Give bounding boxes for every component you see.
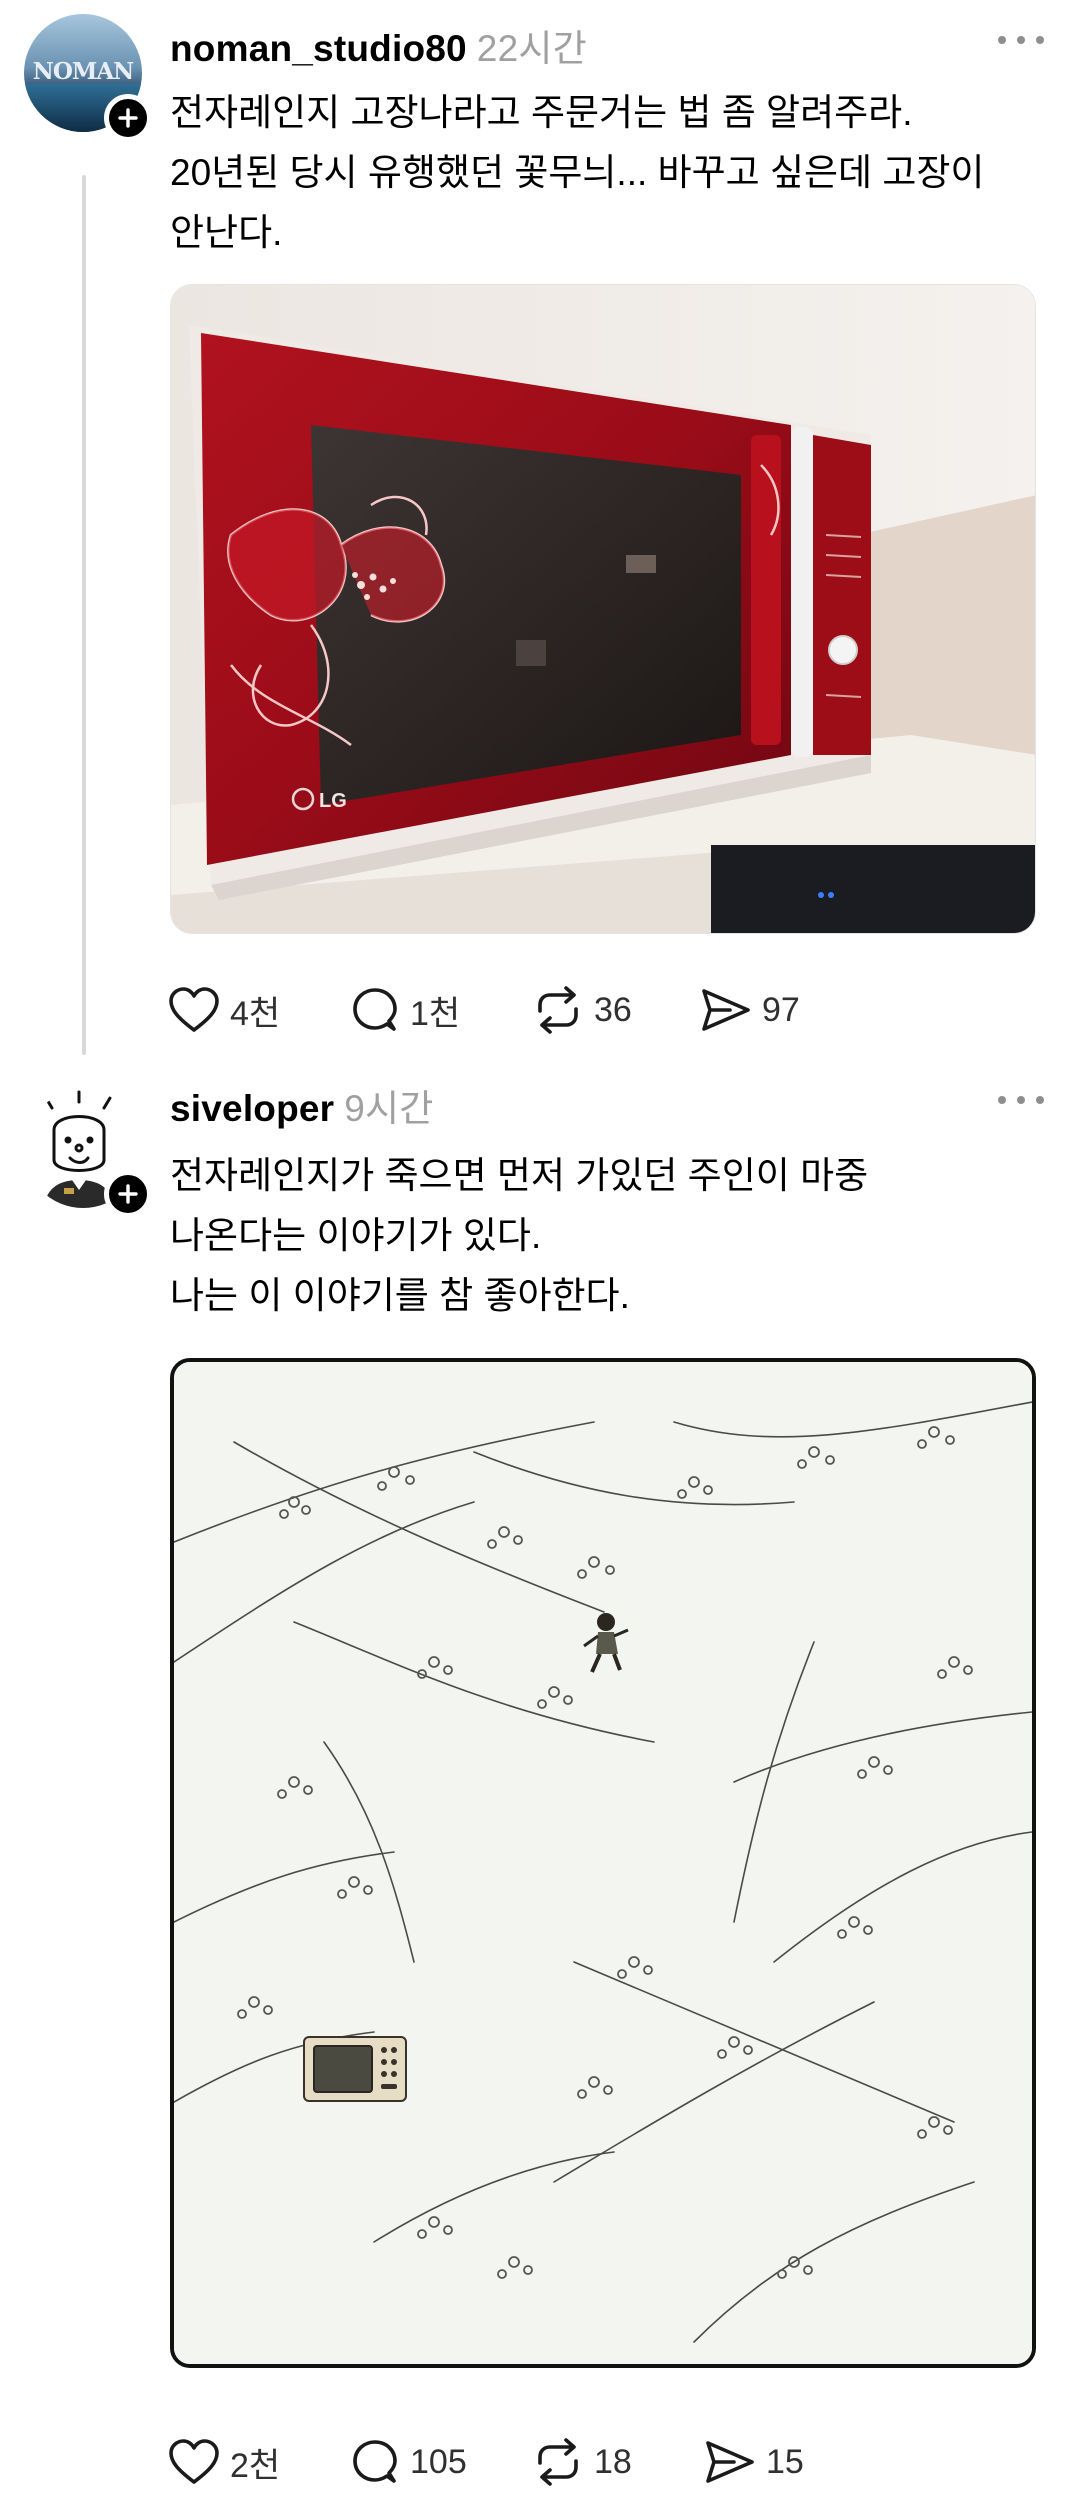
repost-count: 36 <box>594 990 632 1029</box>
repost-button[interactable]: 36 <box>532 980 632 1040</box>
username[interactable]: noman_studio80 22시간 <box>170 18 587 72</box>
post-1: NOMAN noman_studio80 22시간 전자레인지 고장나라고 주문거… <box>0 0 1080 1060</box>
text-line: 나는 이 이야기를 참 좋아한다. <box>170 1275 630 1316</box>
time-ago: 9시간 <box>344 1088 434 1129</box>
heart-icon <box>169 987 219 1032</box>
text-line: 나온다는 이야기가 있다. <box>170 1215 542 1256</box>
post-actions: 2천 105 18 15 <box>168 2432 1048 2492</box>
send-icon <box>702 989 750 1031</box>
share-count: 15 <box>766 2442 804 2481</box>
more-options-icon[interactable] <box>998 34 1044 46</box>
share-button[interactable]: 97 <box>700 980 800 1040</box>
comment-button[interactable]: 105 <box>350 2432 467 2492</box>
more-options-icon[interactable] <box>998 1094 1044 1106</box>
text-line: 20년된 당시 유행했던 꽃무늬... 바꾸고 싶은데 고장이 <box>170 152 985 193</box>
text-line: 전자레인지 고장나라고 주문거는 법 좀 알려주라. <box>170 92 913 133</box>
share-button[interactable]: 15 <box>704 2432 804 2492</box>
comment-button[interactable]: 1천 <box>350 980 460 1040</box>
small-microwave-drawing <box>303 2036 407 2102</box>
heart-icon <box>169 2439 219 2484</box>
post-image-microwave[interactable]: LG <box>170 284 1036 934</box>
post-text: 전자레인지 고장나라고 주문거는 법 좀 알려주라. 20년된 당시 유행했던 … <box>170 83 1050 263</box>
text-line: 전자레인지가 죽으면 먼저 가있던 주인이 마중 <box>170 1155 869 1196</box>
username-label[interactable]: noman_studio80 <box>170 28 467 69</box>
post-text: 전자레인지가 죽으면 먼저 가있던 주인이 마중 나온다는 이야기가 있다. 나… <box>170 1146 1050 1326</box>
like-button[interactable]: 2천 <box>168 2432 280 2492</box>
like-count: 2천 <box>230 2446 281 2485</box>
post-2: siveloper 9시간 전자레인지가 죽으면 먼저 가있던 주인이 마중 나온… <box>0 1060 1080 2508</box>
avatar-logo-text: NOMAN <box>32 58 134 85</box>
text-line: 안난다. <box>170 212 283 253</box>
comment-bubble-icon <box>353 988 397 1031</box>
repost-icon <box>538 986 578 1034</box>
avatar[interactable] <box>24 1090 152 1218</box>
time-ago: 22시간 <box>476 28 587 69</box>
like-count: 4천 <box>230 994 281 1033</box>
lg-logo-text: LG <box>319 790 347 812</box>
like-button[interactable]: 4천 <box>168 980 280 1040</box>
follow-plus-icon[interactable] <box>104 1170 152 1218</box>
share-count: 97 <box>762 990 800 1029</box>
username-label[interactable]: siveloper <box>170 1088 334 1129</box>
thread-line <box>82 175 86 1055</box>
comment-count: 105 <box>410 2442 467 2481</box>
repost-button[interactable]: 18 <box>532 2432 632 2492</box>
comment-bubble-icon <box>353 2440 397 2483</box>
follow-plus-icon[interactable] <box>104 94 152 142</box>
username[interactable]: siveloper 9시간 <box>170 1078 434 1132</box>
send-icon <box>706 2441 754 2483</box>
avatar[interactable]: NOMAN <box>24 14 152 142</box>
repost-count: 18 <box>594 2442 632 2481</box>
microwave-photo: LG <box>171 285 1035 933</box>
repost-icon <box>538 2438 578 2486</box>
cherry-blossom-illustration <box>174 1362 1032 2364</box>
post-image-illustration[interactable] <box>170 1358 1036 2368</box>
comment-count: 1천 <box>410 994 461 1033</box>
post-actions: 4천 1천 36 97 <box>168 980 1048 1040</box>
